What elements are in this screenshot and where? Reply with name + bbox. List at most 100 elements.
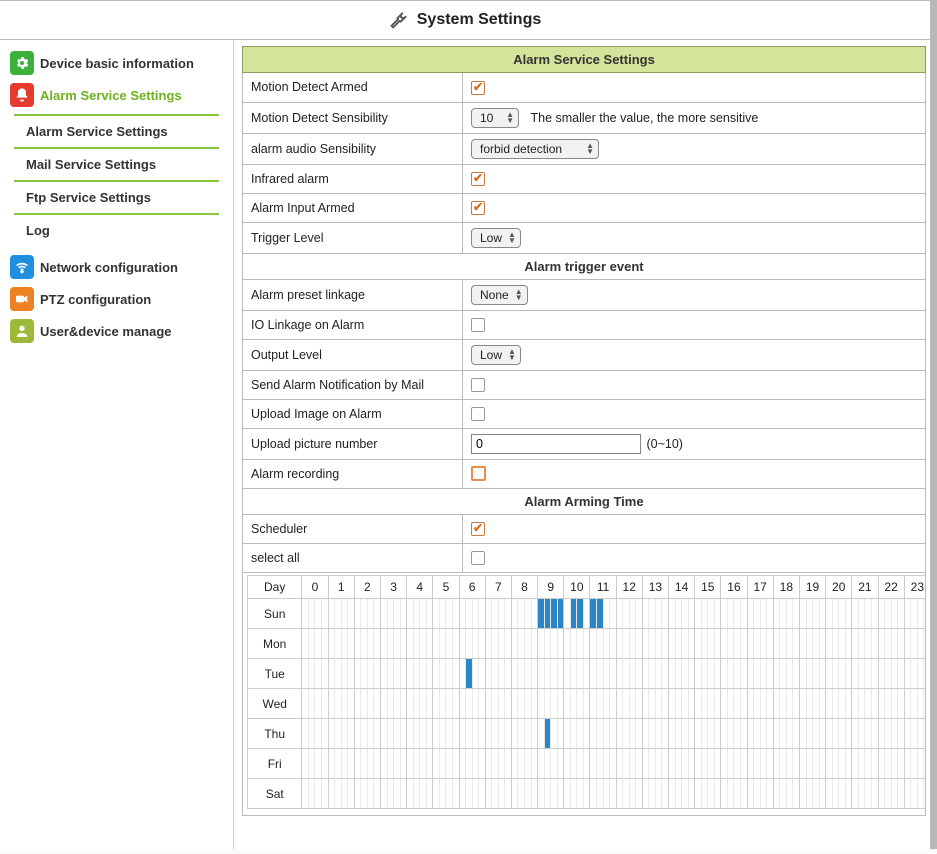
schedule-hour-header: 20 — [826, 576, 852, 599]
motion-detect-armed-checkbox[interactable] — [471, 81, 485, 95]
schedule-row: Mon — [248, 629, 927, 659]
spinner-value: None — [480, 288, 509, 302]
schedule-row: Thu — [248, 719, 927, 749]
schedule-hour-header: 16 — [721, 576, 747, 599]
io-linkage-checkbox[interactable] — [471, 318, 485, 332]
scheduler-checkbox[interactable] — [471, 522, 485, 536]
schedule-slot[interactable] — [923, 719, 926, 748]
field-label: Motion Detect Sensibility — [243, 102, 463, 133]
field-label: Infrared alarm — [243, 164, 463, 193]
sidebar-item-alarm-service[interactable]: Alarm Service Settings — [8, 80, 225, 110]
alarm-recording-checkbox[interactable] — [471, 466, 486, 481]
spinner-arrows[interactable]: ▲▼ — [506, 112, 514, 124]
field-label: Upload picture number — [243, 428, 463, 459]
schedule-slot[interactable] — [923, 659, 926, 688]
sidebar-sub-ftp-service[interactable]: Ftp Service Settings — [14, 182, 219, 213]
schedule-hour-header: 7 — [485, 576, 511, 599]
main-panel: Alarm Service Settings Motion Detect Arm… — [234, 40, 930, 849]
sidebar: Device basic information Alarm Service S… — [0, 40, 234, 849]
field-label: Send Alarm Notification by Mail — [243, 370, 463, 399]
schedule-slots-cell[interactable] — [302, 719, 926, 749]
send-mail-checkbox[interactable] — [471, 378, 485, 392]
spinner-arrows[interactable]: ▲▼ — [515, 289, 523, 301]
row-alarm-audio-sens: alarm audio Sensibility forbid detection… — [243, 133, 926, 164]
output-level-select[interactable]: Low ▲▼ — [471, 345, 521, 365]
schedule-slots-cell[interactable] — [302, 599, 926, 629]
sidebar-sub-label: Alarm Service Settings — [26, 124, 168, 139]
spinner-value: forbid detection — [480, 142, 580, 156]
sidebar-item-network[interactable]: Network configuration — [8, 252, 225, 282]
schedule-hour-header: 8 — [511, 576, 537, 599]
sidebar-sub-label: Log — [26, 223, 50, 238]
schedule-hour-header: 17 — [747, 576, 773, 599]
schedule-hour-header: 1 — [328, 576, 354, 599]
select-all-checkbox[interactable] — [471, 551, 485, 565]
spinner-arrows[interactable]: ▲▼ — [508, 232, 516, 244]
schedule-hour-header: 19 — [799, 576, 825, 599]
sidebar-submenu: Alarm Service Settings Mail Service Sett… — [14, 114, 219, 246]
field-label: Trigger Level — [243, 222, 463, 253]
schedule-hour-header: 2 — [354, 576, 380, 599]
schedule-slot[interactable] — [923, 779, 926, 808]
bell-icon — [10, 83, 34, 107]
row-scheduler: Scheduler — [243, 515, 926, 544]
schedule-hour-header: 4 — [407, 576, 433, 599]
schedule-hour-header: 5 — [433, 576, 459, 599]
schedule-slots-cell[interactable] — [302, 689, 926, 719]
schedule-slots-cell[interactable] — [302, 779, 926, 809]
schedule-hour-header: 22 — [878, 576, 904, 599]
motion-detect-sens-spinner[interactable]: 10 ▲▼ — [471, 108, 519, 128]
row-infrared-alarm: Infrared alarm — [243, 164, 926, 193]
wifi-icon — [10, 255, 34, 279]
schedule-hour-header: 0 — [302, 576, 328, 599]
schedule-hour-header: 10 — [564, 576, 590, 599]
schedule-row: Sun — [248, 599, 927, 629]
infrared-alarm-checkbox[interactable] — [471, 172, 485, 186]
sidebar-item-device-basic[interactable]: Device basic information — [8, 48, 225, 78]
schedule-header-row: Day 012345678910111213141516171819202122… — [248, 576, 927, 599]
sidebar-sub-alarm-service[interactable]: Alarm Service Settings — [14, 116, 219, 147]
page-title: System Settings — [417, 11, 541, 29]
schedule-slot[interactable] — [923, 749, 926, 778]
field-label: select all — [243, 544, 463, 573]
form-table-arming-time: Scheduler select all — [242, 515, 926, 574]
schedule-slot[interactable] — [923, 689, 926, 718]
schedule-row: Sat — [248, 779, 927, 809]
schedule-slot[interactable] — [923, 629, 926, 658]
spinner-arrows[interactable]: ▲▼ — [586, 143, 594, 155]
row-motion-detect-armed: Motion Detect Armed — [243, 73, 926, 102]
sidebar-item-label: User&device manage — [40, 324, 172, 339]
schedule-slots-cell[interactable] — [302, 749, 926, 779]
upload-pic-number-input[interactable] — [471, 434, 641, 454]
schedule-day-label: Fri — [248, 749, 302, 779]
sidebar-item-ptz[interactable]: PTZ configuration — [8, 284, 225, 314]
spinner-value: Low — [480, 231, 502, 245]
sidebar-sub-log[interactable]: Log — [14, 215, 219, 246]
row-output-level: Output Level Low ▲▼ — [243, 339, 926, 370]
upload-image-checkbox[interactable] — [471, 407, 485, 421]
sidebar-sub-mail-service[interactable]: Mail Service Settings — [14, 149, 219, 180]
trigger-level-select[interactable]: Low ▲▼ — [471, 228, 521, 248]
row-motion-detect-sens: Motion Detect Sensibility 10 ▲▼ The smal… — [243, 102, 926, 133]
row-select-all: select all — [243, 544, 926, 573]
schedule-hour-header: 21 — [852, 576, 878, 599]
schedule-hour-header: 9 — [538, 576, 564, 599]
schedule-slot[interactable] — [923, 599, 926, 628]
row-alarm-preset-linkage: Alarm preset linkage None ▲▼ — [243, 280, 926, 311]
schedule-hour-header: 18 — [773, 576, 799, 599]
schedule-day-label: Wed — [248, 689, 302, 719]
sidebar-item-user-device[interactable]: User&device manage — [8, 316, 225, 346]
field-label: Output Level — [243, 339, 463, 370]
spinner-arrows[interactable]: ▲▼ — [508, 349, 516, 361]
section-header-alarm-service: Alarm Service Settings — [242, 46, 926, 73]
row-send-mail: Send Alarm Notification by Mail — [243, 370, 926, 399]
alarm-input-armed-checkbox[interactable] — [471, 201, 485, 215]
schedule-row: Tue — [248, 659, 927, 689]
spinner-value: 10 — [480, 111, 500, 125]
schedule-slots-cell[interactable] — [302, 629, 926, 659]
schedule-wrap: Day 012345678910111213141516171819202122… — [242, 573, 926, 816]
schedule-slots-cell[interactable] — [302, 659, 926, 689]
field-label: Alarm recording — [243, 459, 463, 488]
alarm-preset-linkage-select[interactable]: None ▲▼ — [471, 285, 528, 305]
alarm-audio-sens-select[interactable]: forbid detection ▲▼ — [471, 139, 599, 159]
